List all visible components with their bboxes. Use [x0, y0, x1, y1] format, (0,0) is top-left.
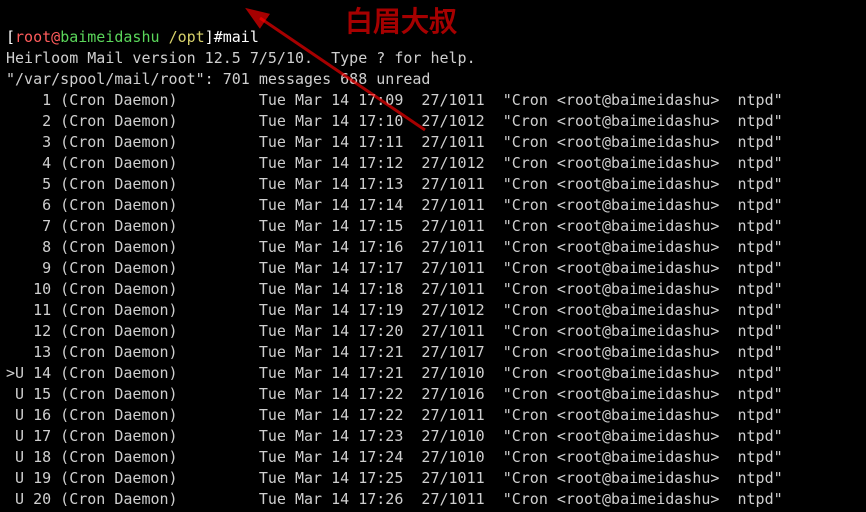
prompt-space	[160, 28, 169, 46]
prompt-user: root	[15, 28, 51, 46]
mail-row[interactable]: 4 (Cron Daemon) Tue Mar 14 17:12 27/1012…	[6, 154, 783, 172]
command-text: mail	[223, 28, 259, 46]
prompt-host: baimeidashu	[60, 28, 159, 46]
mail-row[interactable]: 8 (Cron Daemon) Tue Mar 14 17:16 27/1011…	[6, 238, 783, 256]
mail-row[interactable]: 2 (Cron Daemon) Tue Mar 14 17:10 27/1012…	[6, 112, 783, 130]
prompt-close-bracket: ]	[205, 28, 214, 46]
mail-row[interactable]: U 19 (Cron Daemon) Tue Mar 14 17:25 27/1…	[6, 469, 783, 487]
mail-row[interactable]: 5 (Cron Daemon) Tue Mar 14 17:13 27/1011…	[6, 175, 783, 193]
mail-header-line2: "/var/spool/mail/root": 701 messages 688…	[6, 70, 430, 88]
prompt-open-bracket: [	[6, 28, 15, 46]
mail-row[interactable]: 10 (Cron Daemon) Tue Mar 14 17:18 27/101…	[6, 280, 783, 298]
terminal-output[interactable]: [root@baimeidashu /opt]#mail Heirloom Ma…	[0, 0, 866, 512]
mail-row[interactable]: U 15 (Cron Daemon) Tue Mar 14 17:22 27/1…	[6, 385, 783, 403]
mail-row[interactable]: 12 (Cron Daemon) Tue Mar 14 17:20 27/101…	[6, 322, 783, 340]
mail-row[interactable]: 6 (Cron Daemon) Tue Mar 14 17:14 27/1011…	[6, 196, 783, 214]
prompt-line: [root@baimeidashu /opt]#mail	[6, 28, 259, 46]
mail-row[interactable]: 7 (Cron Daemon) Tue Mar 14 17:15 27/1011…	[6, 217, 783, 235]
mail-row[interactable]: 1 (Cron Daemon) Tue Mar 14 17:09 27/1011…	[6, 91, 783, 109]
mail-message-list: 1 (Cron Daemon) Tue Mar 14 17:09 27/1011…	[6, 90, 860, 512]
mail-row[interactable]: 11 (Cron Daemon) Tue Mar 14 17:19 27/101…	[6, 301, 783, 319]
mail-header-line1: Heirloom Mail version 12.5 7/5/10. Type …	[6, 49, 476, 67]
mail-row[interactable]: U 16 (Cron Daemon) Tue Mar 14 17:22 27/1…	[6, 406, 783, 424]
mail-row[interactable]: U 18 (Cron Daemon) Tue Mar 14 17:24 27/1…	[6, 448, 783, 466]
mail-row[interactable]: U 17 (Cron Daemon) Tue Mar 14 17:23 27/1…	[6, 427, 783, 445]
mail-row[interactable]: 9 (Cron Daemon) Tue Mar 14 17:17 27/1011…	[6, 259, 783, 277]
prompt-hash: #	[214, 28, 223, 46]
mail-row[interactable]: 13 (Cron Daemon) Tue Mar 14 17:21 27/101…	[6, 343, 783, 361]
prompt-path: /opt	[169, 28, 205, 46]
mail-row[interactable]: U 20 (Cron Daemon) Tue Mar 14 17:26 27/1…	[6, 490, 783, 508]
mail-row[interactable]: >U 14 (Cron Daemon) Tue Mar 14 17:21 27/…	[6, 364, 783, 382]
mail-row[interactable]: 3 (Cron Daemon) Tue Mar 14 17:11 27/1011…	[6, 133, 783, 151]
prompt-at: @	[51, 28, 60, 46]
